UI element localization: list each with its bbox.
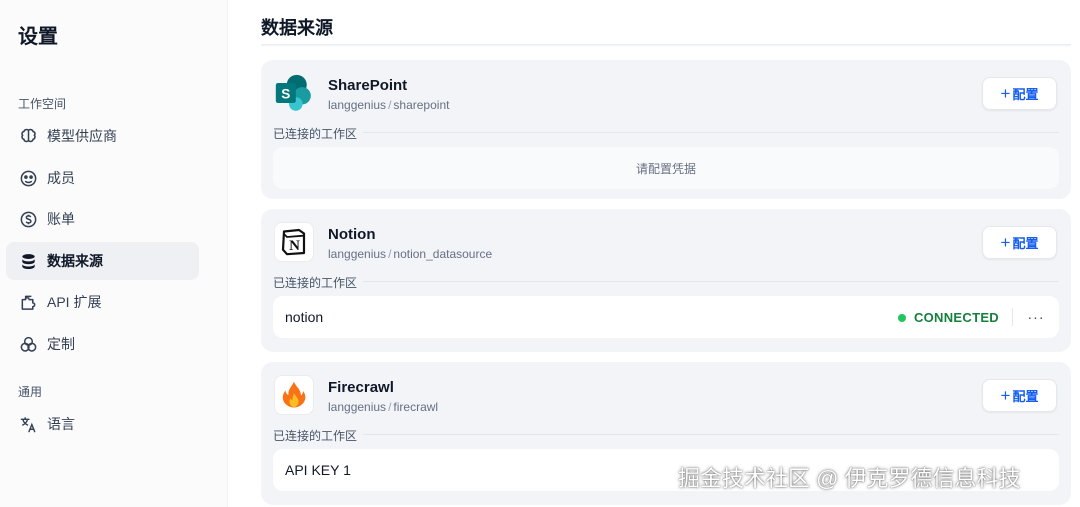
datasource-name: Notion: [328, 226, 376, 243]
members-icon: [18, 168, 38, 188]
plugin-owner: langgenius: [328, 400, 387, 414]
firecrawl-flame-icon: [274, 375, 314, 415]
svg-text:N: N: [289, 238, 300, 254]
sidebar-item-data-source[interactable]: 数据来源: [6, 242, 199, 280]
general-section-label: 通用: [18, 385, 43, 399]
svg-text:S: S: [281, 86, 290, 101]
sidebar-item-label: 账单: [47, 211, 75, 227]
workspace-name: API KEY 1: [285, 462, 351, 478]
plus-icon: +: [1000, 386, 1011, 405]
sharepoint-logo-icon: S: [274, 73, 314, 113]
plus-icon: +: [1000, 84, 1011, 103]
status-dot-icon: [897, 313, 906, 322]
path-separator: /: [388, 98, 392, 112]
puzzle-icon: [18, 292, 38, 312]
sidebar-item-label: 成员: [47, 170, 75, 186]
connection-status-badge: CONNECTED: [897, 310, 999, 325]
sidebar-item-billing[interactable]: 账单: [6, 200, 199, 238]
configure-label: 配置: [1012, 87, 1039, 102]
settings-sidebar: 设置 工作空间 模型供应商 成员 账单 数据来源 API 扩展 定制 通用 语言: [0, 0, 228, 507]
plugin-id: sharepoint: [393, 98, 450, 112]
datasource-name: Firecrawl: [328, 379, 394, 396]
shapes-icon: [18, 334, 38, 354]
brain-icon: [18, 126, 38, 146]
plugin-id: firecrawl: [393, 400, 439, 414]
workspace-divider: [273, 281, 1059, 282]
workspace-divider: [273, 434, 1059, 435]
configure-label: 配置: [1012, 236, 1039, 251]
watermark-text: 掘金技术社区 @ 伊克罗德信息科技: [678, 466, 1021, 491]
workspace-name: notion: [285, 309, 324, 325]
datasource-plugin-path: langgenius / firecrawl: [328, 400, 438, 414]
datasource-card-sharepoint: S SharePoint langgenius / sharepoint + 配置 …: [261, 60, 1071, 199]
sidebar-item-label: 数据来源: [47, 253, 103, 269]
workspace-section-label: 工作空间: [18, 97, 67, 111]
plugin-id: notion_datasource: [393, 247, 493, 261]
datasource-plugin-path: langgenius / notion_datasource: [328, 247, 492, 261]
plugin-owner: langgenius: [328, 247, 387, 261]
sidebar-item-label: 定制: [47, 336, 75, 352]
sidebar-item-model-provider[interactable]: 模型供应商: [6, 117, 199, 155]
configure-button[interactable]: + 配置: [982, 379, 1057, 412]
empty-state-text: 请配置凭据: [635, 161, 696, 176]
datasource-name: SharePoint: [328, 77, 408, 94]
configure-button[interactable]: + 配置: [982, 226, 1057, 259]
path-separator: /: [388, 400, 392, 414]
connected-workspace-label: 已连接的工作区: [273, 427, 364, 444]
datasource-plugin-path: langgenius / sharepoint: [328, 98, 449, 112]
configure-label: 配置: [1012, 389, 1039, 404]
plugin-owner: langgenius: [328, 98, 387, 112]
sidebar-item-label: 模型供应商: [47, 128, 117, 144]
workspace-divider: [273, 132, 1059, 133]
connected-workspace-label: 已连接的工作区: [273, 274, 364, 291]
more-options-icon[interactable]: ···: [1023, 305, 1049, 329]
path-separator: /: [388, 247, 392, 261]
sidebar-item-language[interactable]: 语言: [6, 405, 199, 443]
translate-icon: [18, 414, 38, 434]
status-text: CONNECTED: [913, 310, 999, 325]
workspace-row[interactable]: notion CONNECTED ···: [273, 296, 1059, 338]
dollar-icon: [18, 209, 38, 229]
sidebar-item-label: 语言: [47, 416, 75, 432]
configure-credentials-placeholder: 请配置凭据: [273, 147, 1059, 189]
notion-logo-icon: N: [274, 222, 314, 262]
page-title: 数据来源: [261, 18, 333, 38]
row-divider: [1012, 308, 1013, 326]
sidebar-item-api-extension[interactable]: API 扩展: [6, 283, 199, 321]
datasource-card-notion: N Notion langgenius / notion_datasource + …: [261, 209, 1071, 352]
connected-workspace-label: 已连接的工作区: [273, 125, 364, 142]
plus-icon: +: [1000, 233, 1011, 252]
header-divider: [261, 44, 1071, 47]
sidebar-item-label: API 扩展: [47, 294, 102, 310]
sidebar-item-customization[interactable]: 定制: [6, 325, 199, 363]
database-icon: [18, 251, 38, 271]
sidebar-item-members[interactable]: 成员: [6, 159, 199, 197]
settings-title: 设置: [18, 26, 58, 48]
configure-button[interactable]: + 配置: [982, 77, 1057, 110]
